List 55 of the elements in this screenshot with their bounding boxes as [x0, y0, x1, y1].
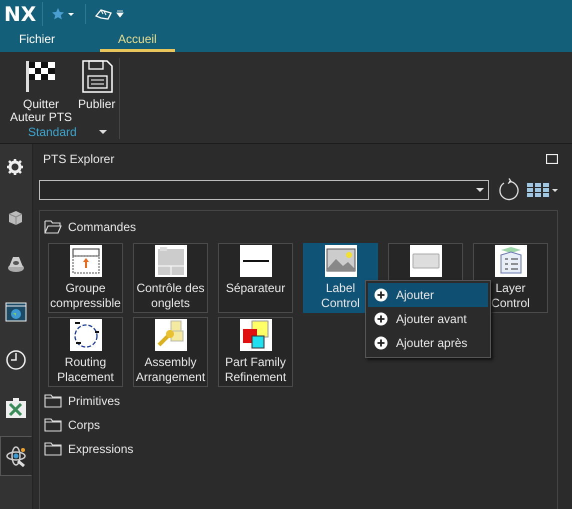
folder-icon[interactable]	[44, 442, 62, 456]
atom-wrench-icon	[5, 445, 27, 467]
command-tile[interactable]: Label Control	[303, 243, 378, 313]
caret-icon[interactable]	[552, 188, 558, 192]
open-folder-icon[interactable]	[44, 220, 62, 234]
tile-label: Contrôle des onglets	[136, 281, 205, 311]
command-tile[interactable]: Part Family Refinement	[218, 317, 293, 387]
browser-globe-icon	[5, 301, 27, 323]
panel-title: PTS Explorer	[42, 152, 114, 166]
section-label[interactable]: Commandes	[68, 220, 136, 234]
star-icon[interactable]	[51, 7, 66, 21]
plus-circle-icon	[374, 312, 388, 326]
menu-item[interactable]: Ajouter après	[368, 331, 488, 355]
tile-label: Routing Placement	[57, 355, 114, 385]
grid-view-icon[interactable]	[527, 182, 549, 198]
dropdown-caret-icon	[476, 187, 484, 193]
command-tile[interactable]: Assembly Arrangement	[133, 317, 208, 387]
maximize-icon[interactable]	[546, 154, 558, 164]
layer-list-icon	[494, 245, 526, 277]
collapsible-group-icon	[70, 245, 102, 277]
section-label[interactable]: Expressions	[68, 442, 134, 456]
command-tile[interactable]: Groupe compressible	[48, 243, 123, 313]
app-logo: NX	[4, 2, 44, 26]
refresh-icon[interactable]	[497, 178, 519, 202]
sidebar-tab[interactable]	[0, 436, 32, 476]
command-tile[interactable]: Contrôle des onglets	[133, 243, 208, 313]
ribbon-tab[interactable]: Fichier	[10, 28, 64, 52]
tile-label: Label Control	[321, 281, 360, 311]
section-label[interactable]: Primitives	[68, 394, 120, 408]
tile-label: Part Family Refinement	[224, 355, 286, 385]
wrench-blocks-icon	[154, 319, 186, 351]
button-shape-icon	[410, 245, 442, 277]
folder-icon[interactable]	[44, 418, 62, 432]
tile-label: Layer Control	[491, 281, 530, 311]
combo-field[interactable]	[39, 180, 489, 200]
menu-item[interactable]: Ajouter	[368, 283, 488, 307]
tile-label: Séparateur	[226, 281, 286, 296]
plus-circle-icon	[374, 288, 388, 302]
numbered-cycle-icon	[70, 319, 102, 351]
ribbon-button[interactable]: Quitter Auteur PTS	[10, 58, 72, 125]
group-label: Standard	[28, 125, 77, 139]
menu-caret-icon[interactable]	[114, 9, 126, 19]
ribbon-button[interactable]: Publier	[78, 58, 116, 125]
folder-icon[interactable]	[44, 394, 62, 408]
command-tile[interactable]: Séparateur	[218, 243, 293, 313]
tab-control-icon	[154, 245, 186, 277]
plus-circle-icon	[374, 336, 388, 350]
tile-label: Assembly Arrangement	[136, 355, 206, 385]
tile-label: Groupe compressible	[50, 281, 121, 311]
caret-icon[interactable]	[98, 129, 107, 135]
section-label[interactable]: Corps	[68, 418, 100, 432]
command-tile[interactable]: Routing Placement	[48, 317, 123, 387]
colored-squares-icon	[240, 319, 272, 351]
clock-icon	[5, 349, 27, 371]
landscape-image-icon	[324, 245, 356, 277]
